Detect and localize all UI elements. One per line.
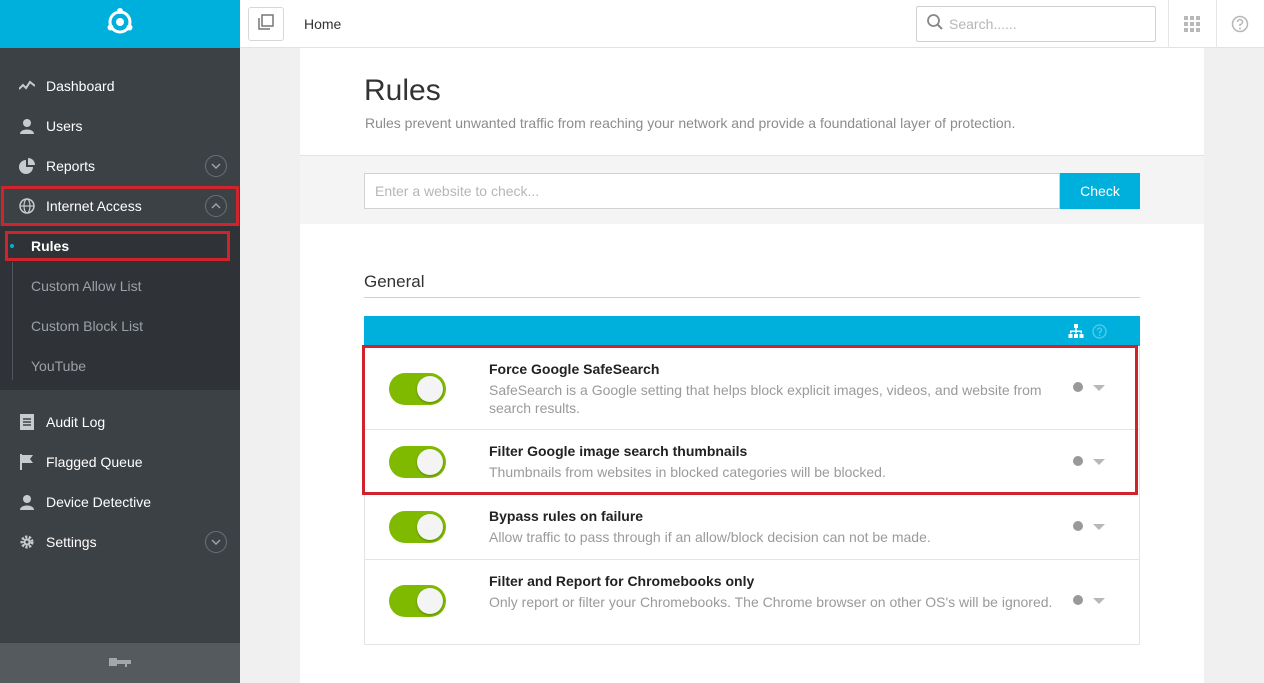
flag-icon (18, 453, 36, 471)
toggle-knob (417, 449, 443, 475)
document-icon (18, 413, 36, 431)
top-bar: Home (240, 0, 1264, 48)
logo-icon (104, 6, 136, 43)
sidebar-item-settings[interactable]: Settings (0, 522, 240, 562)
check-button[interactable]: Check (1060, 173, 1140, 209)
caret-down-icon (1093, 385, 1105, 391)
rule-toggle[interactable] (389, 511, 446, 543)
rule-options-dropdown[interactable] (1073, 382, 1105, 392)
sidebar-item-youtube[interactable]: YouTube (0, 346, 240, 386)
logo-bar[interactable] (0, 0, 240, 48)
sidebar-item-label: Dashboard (46, 78, 115, 94)
user-icon (18, 493, 36, 511)
sidebar-item-label: Settings (46, 534, 97, 550)
primary-nav: Dashboard Users Reports Internet Access (0, 48, 240, 226)
divider (1168, 0, 1169, 48)
sidebar-item-rules[interactable]: Rules (0, 226, 240, 266)
rule-options-dropdown[interactable] (1073, 521, 1105, 531)
rule-title: Filter Google image search thumbnails (489, 443, 748, 459)
rule-toggle[interactable] (389, 446, 446, 478)
activity-icon (18, 77, 36, 95)
rule-title: Bypass rules on failure (489, 508, 644, 524)
rule-row: Force Google SafeSearch SafeSearch is a … (365, 346, 1139, 430)
sidebar-item-label: Reports (46, 158, 96, 174)
rule-row: Filter Google image search thumbnails Th… (365, 430, 1139, 495)
rule-description: SafeSearch is a Google setting that help… (489, 382, 1042, 416)
globe-icon (18, 197, 36, 215)
rule-options-dropdown[interactable] (1073, 456, 1105, 466)
secondary-nav: Audit Log Flagged Queue Device Detective… (0, 390, 240, 562)
website-check-bar: Check (300, 155, 1204, 224)
toggle-knob (417, 514, 443, 540)
page-subtitle: Rules prevent unwanted traffic from reac… (365, 115, 1016, 131)
section-divider (364, 297, 1140, 298)
help-icon[interactable] (1230, 14, 1250, 34)
status-dot (1073, 595, 1083, 605)
key-icon (109, 654, 131, 672)
caret-down-icon (1093, 598, 1105, 604)
breadcrumb[interactable]: Home (304, 16, 341, 32)
caret-down-icon (1093, 524, 1105, 530)
chevron-down-icon[interactable] (205, 531, 227, 553)
rule-description: Thumbnails from websites in blocked cate… (489, 464, 886, 480)
help-icon[interactable] (1092, 324, 1107, 344)
internet-access-submenu: Rules Custom Allow List Custom Block Lis… (0, 226, 240, 390)
toggle-knob (417, 376, 443, 402)
rule-title: Force Google SafeSearch (489, 361, 660, 377)
rule-description: Allow traffic to pass through if an allo… (489, 529, 931, 545)
main-content: Rules Rules prevent unwanted traffic fro… (300, 48, 1204, 683)
sidebar-item-device-detective[interactable]: Device Detective (0, 482, 240, 522)
submenu-guide-line (12, 262, 13, 380)
status-dot (1073, 456, 1083, 466)
sidebar-item-flagged-queue[interactable]: Flagged Queue (0, 442, 240, 482)
sidebar: Dashboard Users Reports Internet Access (0, 0, 240, 683)
page-title: Rules (364, 74, 441, 107)
rules-table-header (364, 316, 1140, 346)
rule-toggle[interactable] (389, 373, 446, 405)
pie-chart-icon (18, 157, 36, 175)
rules-list: Force Google SafeSearch SafeSearch is a … (364, 346, 1140, 645)
sidebar-item-audit-log[interactable]: Audit Log (0, 402, 240, 442)
website-check-input[interactable] (364, 173, 1060, 209)
sitemap-icon[interactable] (1068, 324, 1084, 344)
sidebar-item-label: Device Detective (46, 494, 152, 510)
rule-row: Filter and Report for Chromebooks only O… (365, 560, 1139, 644)
app-grid-icon[interactable] (1182, 14, 1202, 34)
rule-title: Filter and Report for Chromebooks only (489, 573, 755, 589)
sidebar-item-label: Internet Access (46, 198, 142, 214)
toggle-sidebar-button[interactable] (248, 7, 284, 41)
windows-icon (258, 13, 274, 35)
sidebar-item-internet-access[interactable]: Internet Access (0, 186, 240, 226)
chevron-up-icon[interactable] (205, 195, 227, 217)
rule-description: Only report or filter your Chromebooks. … (489, 594, 1053, 610)
user-icon (18, 117, 36, 135)
status-dot (1073, 382, 1083, 392)
caret-down-icon (1093, 459, 1105, 465)
rule-row: Bypass rules on failure Allow traffic to… (365, 495, 1139, 560)
toggle-knob (417, 588, 443, 614)
search-box[interactable] (916, 6, 1156, 42)
status-dot (1073, 521, 1083, 531)
sidebar-item-custom-block-list[interactable]: Custom Block List (0, 306, 240, 346)
search-icon (927, 13, 943, 35)
rule-options-dropdown[interactable] (1073, 595, 1105, 605)
sidebar-item-custom-allow-list[interactable]: Custom Allow List (0, 266, 240, 306)
section-title: General (364, 272, 425, 291)
chevron-down-icon[interactable] (205, 155, 227, 177)
sidebar-item-label: Audit Log (46, 414, 106, 430)
sidebar-item-users[interactable]: Users (0, 106, 240, 146)
sidebar-item-reports[interactable]: Reports (0, 146, 240, 186)
sidebar-item-dashboard[interactable]: Dashboard (0, 66, 240, 106)
sidebar-item-label: Users (46, 118, 83, 134)
divider (1216, 0, 1217, 48)
sidebar-footer[interactable] (0, 643, 240, 683)
gear-icon (18, 533, 36, 551)
rule-toggle[interactable] (389, 585, 446, 617)
search-input[interactable] (949, 16, 1149, 32)
sidebar-item-label: Flagged Queue (46, 454, 143, 470)
